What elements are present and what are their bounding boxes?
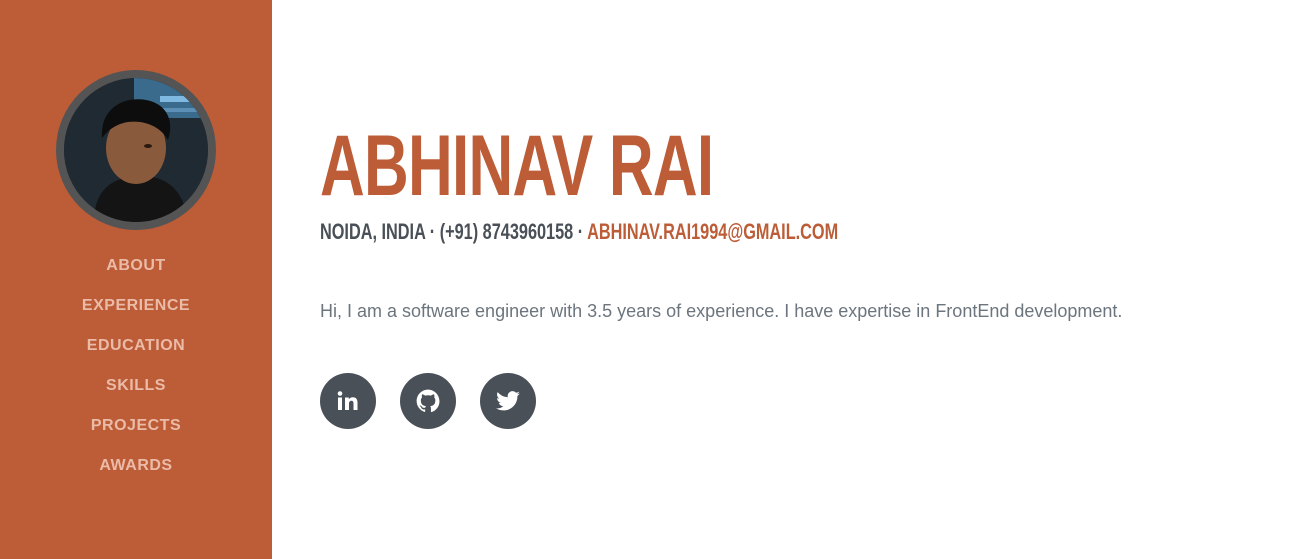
github-button[interactable]	[400, 373, 456, 429]
social-icons	[320, 373, 536, 429]
nav-item-experience: Experience	[0, 286, 272, 326]
page-title: Abhinav Rai	[320, 118, 714, 214]
nav-link-education[interactable]: Education	[87, 337, 185, 354]
nav-item-awards: Awards	[0, 446, 272, 486]
nav-link-awards[interactable]: Awards	[99, 457, 172, 474]
nav-link-skills[interactable]: Skills	[106, 377, 166, 394]
intro-text: Hi, I am a software engineer with 3.5 ye…	[320, 301, 1123, 321]
sidebar: About Experience Education Skills Projec…	[0, 0, 272, 559]
contact-line: Noida, India · (+91) 8743960158 · abhina…	[320, 218, 838, 246]
github-icon	[416, 389, 440, 413]
profile-photo	[64, 78, 208, 222]
linkedin-button[interactable]	[320, 373, 376, 429]
location-text: Noida, India	[320, 219, 426, 244]
linkedin-icon	[337, 391, 358, 410]
nav-item-projects: Projects	[0, 406, 272, 446]
separator: ·	[425, 219, 440, 244]
phone-text: (+91) 8743960158	[439, 219, 574, 244]
nav-item-skills: Skills	[0, 366, 272, 406]
email-link[interactable]: abhinav.rai1994@gmail.com	[587, 219, 838, 244]
twitter-button[interactable]	[480, 373, 536, 429]
nav-link-about[interactable]: About	[106, 257, 165, 274]
separator: ·	[573, 219, 588, 244]
twitter-icon	[496, 391, 520, 411]
nav-item-about: About	[0, 246, 272, 286]
nav-link-experience[interactable]: Experience	[82, 297, 190, 314]
nav-list: About Experience Education Skills Projec…	[0, 246, 272, 486]
nav-item-education: Education	[0, 326, 272, 366]
about-section: Abhinav Rai Noida, India · (+91) 8743960…	[320, 0, 1260, 559]
nav-link-projects[interactable]: Projects	[91, 417, 181, 434]
avatar[interactable]	[56, 70, 216, 230]
